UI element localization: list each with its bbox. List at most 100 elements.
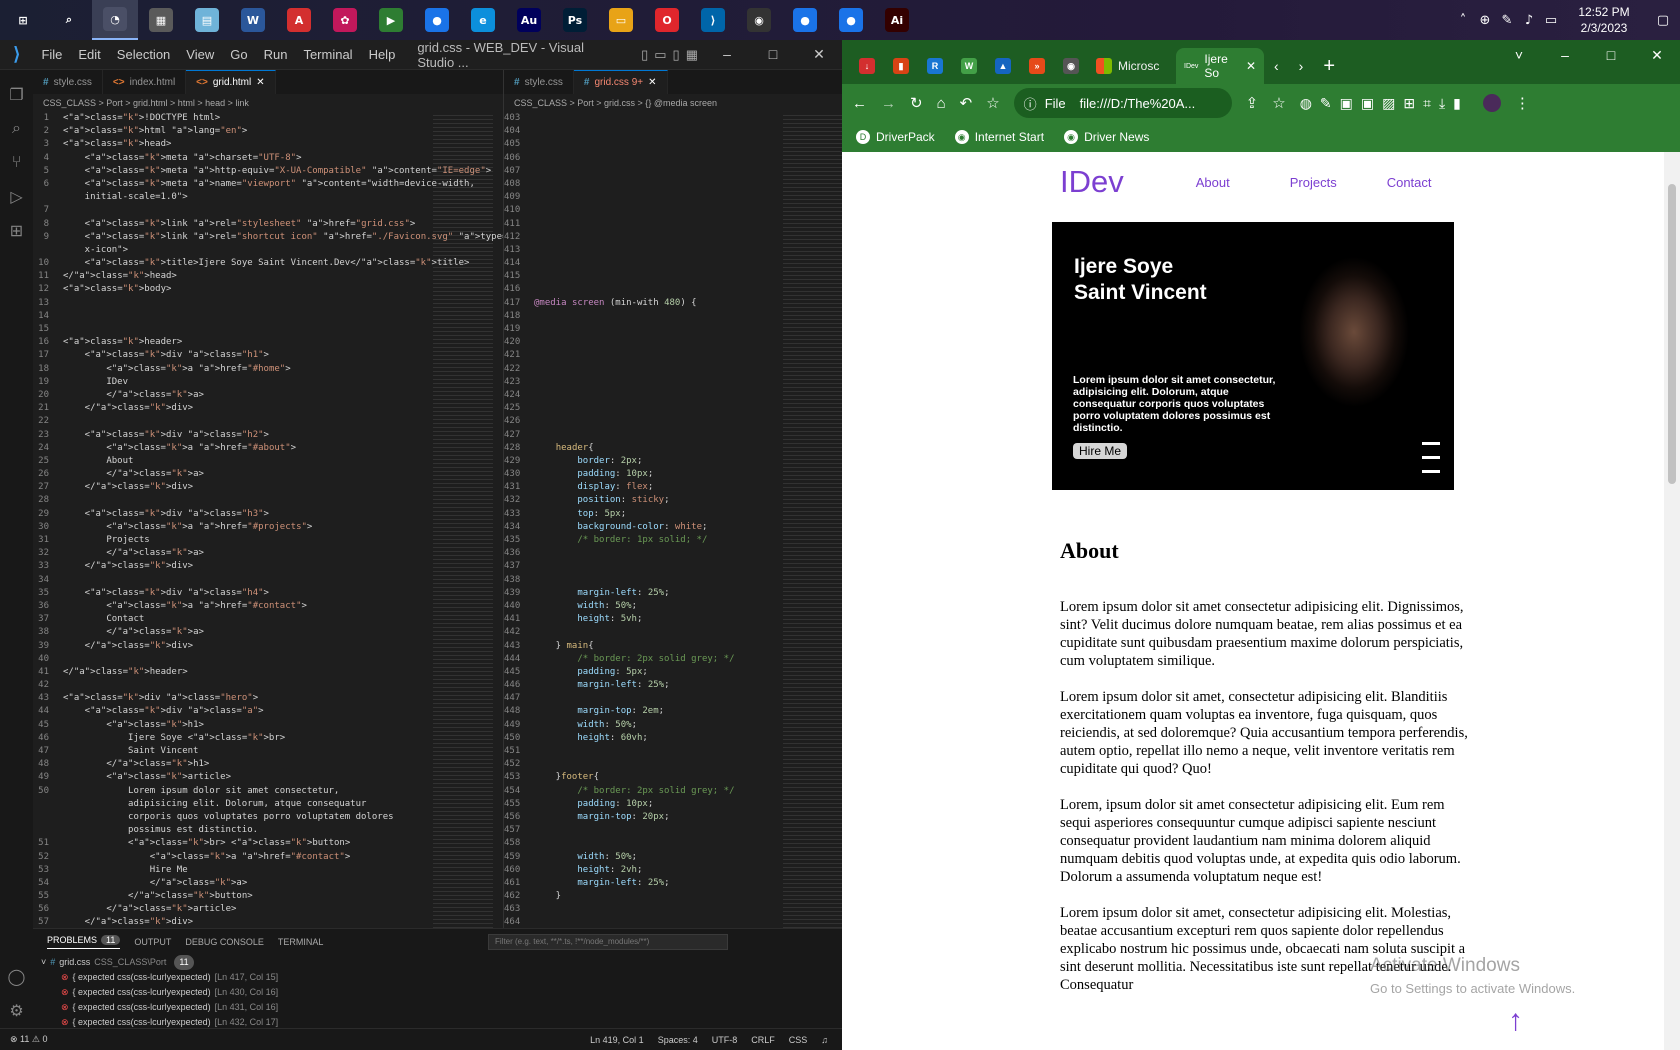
code-line[interactable]: 414: [504, 257, 782, 270]
close-tab-icon[interactable]: ✕: [648, 77, 656, 88]
code-line[interactable]: 453 }footer{: [504, 771, 782, 784]
code-line[interactable]: 447: [504, 692, 782, 705]
tab-problems[interactable]: PROBLEMS 11: [47, 935, 121, 949]
code-line[interactable]: 428 header{: [504, 442, 782, 455]
code-line[interactable]: 40: [33, 653, 433, 666]
code-line[interactable]: 458: [504, 837, 782, 850]
code-line[interactable]: 418: [504, 310, 782, 323]
chrome-minimize-button[interactable]: –: [1542, 40, 1588, 70]
code-line[interactable]: 460 height: 2vh;: [504, 864, 782, 877]
code-line[interactable]: 403: [504, 112, 782, 125]
bookmark-driverpack[interactable]: D DriverPack: [856, 130, 935, 144]
photoshop-icon[interactable]: Ps: [552, 0, 598, 40]
star-icon[interactable]: ☆: [986, 94, 999, 112]
code-line[interactable]: x-icon">: [33, 244, 433, 257]
explorer-icon[interactable]: ❐: [9, 78, 23, 112]
chrome-icon[interactable]: ●: [414, 0, 460, 40]
run-debug-icon[interactable]: ▷: [10, 180, 22, 214]
code-line[interactable]: 26 </"a">class="k">a>: [33, 468, 433, 481]
code-line[interactable]: 1 <"a">class="k">!DOCTYPE html>: [33, 112, 433, 125]
code-line[interactable]: 16 <"a">class="k">header>: [33, 336, 433, 349]
breadcrumb-left[interactable]: CSS_CLASS > Port > grid.html > html > he…: [33, 94, 503, 112]
edge-icon[interactable]: e: [460, 0, 506, 40]
menu-go[interactable]: Go: [222, 47, 255, 62]
code-line[interactable]: 434 background-color: white;: [504, 521, 782, 534]
code-line[interactable]: 7: [33, 204, 433, 217]
editor-tab[interactable]: # style.css: [33, 70, 103, 94]
menu-help[interactable]: Help: [361, 47, 404, 62]
site-logo[interactable]: IDev: [1060, 164, 1124, 200]
code-line[interactable]: 423: [504, 376, 782, 389]
code-line[interactable]: 444 /* border: 2px solid grey; */: [504, 653, 782, 666]
code-line[interactable]: 455 padding: 10px;: [504, 798, 782, 811]
code-line[interactable]: 21 </"a">class="k">div>: [33, 402, 433, 415]
problem-row[interactable]: ⊗{ expected css(css-lcurlyexpected) [Ln 4…: [33, 985, 842, 1000]
code-line[interactable]: 404: [504, 125, 782, 138]
account-icon[interactable]: ◯: [8, 960, 26, 994]
address-bar[interactable]: ⓘ File file:///D:/The%20A...: [1013, 88, 1232, 118]
code-line[interactable]: 15: [33, 323, 433, 336]
code-line[interactable]: 437: [504, 560, 782, 573]
code-line[interactable]: 3 <"a">class="k">head>: [33, 138, 433, 151]
code-line[interactable]: 417 @media screen (min-with 480) {: [504, 297, 782, 310]
code-line[interactable]: 51 <"a">class="k">br> <"a">class="k">but…: [33, 837, 433, 850]
bookmark-driver-news[interactable]: ◉ Driver News: [1064, 130, 1149, 144]
code-line[interactable]: 6 <"a">class="k">meta "a">name="viewport…: [33, 178, 475, 191]
w-tab-icon[interactable]: W: [952, 48, 986, 84]
code-line[interactable]: 424: [504, 389, 782, 402]
problem-row[interactable]: ⊗{ expected css(css-lcurlyexpected) [Ln 4…: [33, 970, 842, 985]
code-line[interactable]: 47 Saint Vincent: [33, 745, 433, 758]
editor-tab[interactable]: # style.css: [504, 70, 574, 94]
status-eol[interactable]: CRLF: [751, 1035, 775, 1045]
clock[interactable]: 12:52 PM 2/3/2023: [1562, 4, 1646, 36]
code-line[interactable]: 432 position: sticky;: [504, 494, 782, 507]
layout-icons[interactable]: ▯▭▯▦: [641, 47, 704, 63]
bell-icon[interactable]: ♫: [821, 1035, 828, 1045]
file-explorer-icon[interactable]: ▭: [598, 0, 644, 40]
code-line[interactable]: 451: [504, 745, 782, 758]
code-line[interactable]: 17 <"a">class="k">div "a">class="h1">: [33, 349, 433, 362]
code-line[interactable]: 43 <"a">class="k">div "a">class="hero">: [33, 692, 433, 705]
code-line[interactable]: 42: [33, 679, 433, 692]
hire-me-button[interactable]: Hire Me: [1073, 443, 1128, 459]
code-line[interactable]: 2 <"a">class="k">html "a">lang="en">: [33, 125, 433, 138]
code-line[interactable]: 448 margin-top: 2em;: [504, 705, 782, 718]
tab-ijere[interactable]: IDev Ijere So ✕: [1176, 48, 1264, 84]
code-line[interactable]: 13: [33, 297, 433, 310]
code-line[interactable]: possimus est distinctio.: [33, 824, 433, 837]
calculator-icon[interactable]: ▦: [138, 0, 184, 40]
code-line[interactable]: 413: [504, 244, 782, 257]
code-line[interactable]: 30 <"a">class="k">a "a">href="#projects"…: [33, 521, 433, 534]
code-line[interactable]: 44 <"a">class="k">div "a">class="a">: [33, 705, 433, 718]
code-line[interactable]: 411: [504, 218, 782, 231]
source-control-icon[interactable]: ⑂: [12, 146, 22, 180]
code-line[interactable]: 34: [33, 574, 433, 587]
vscode-icon[interactable]: ⟩: [690, 0, 736, 40]
repo-tab-icon[interactable]: R: [918, 48, 952, 84]
code-line[interactable]: 32 </"a">class="k">a>: [33, 547, 433, 560]
code-line[interactable]: 38 </"a">class="k">a>: [33, 626, 433, 639]
code-line[interactable]: 408: [504, 178, 782, 191]
minimize-button[interactable]: –: [704, 46, 750, 63]
code-line[interactable]: 410: [504, 204, 782, 217]
code-line[interactable]: 462 }: [504, 890, 782, 903]
status-spaces[interactable]: Spaces: 4: [658, 1035, 698, 1045]
tab-microsoft[interactable]: Microsc: [1088, 48, 1176, 84]
breadcrumb-right[interactable]: CSS_CLASS > Port > grid.css > {} @media …: [504, 94, 842, 112]
pen-icon[interactable]: ✎: [1496, 13, 1518, 28]
reload-icon[interactable]: ↻: [910, 94, 923, 112]
tab-debug-console[interactable]: DEBUG CONSOLE: [185, 937, 264, 947]
code-line[interactable]: 4 <"a">class="k">meta "a">charset="UTF-8…: [33, 152, 433, 165]
profile-avatar[interactable]: [1482, 94, 1501, 112]
code-line[interactable]: 454 /* border: 2px solid grey; */: [504, 785, 782, 798]
tab-terminal[interactable]: TERMINAL: [278, 937, 324, 947]
status-encoding[interactable]: UTF-8: [712, 1035, 738, 1045]
undo-icon[interactable]: ↶: [960, 94, 973, 112]
scrollbar-thumb[interactable]: [1668, 184, 1676, 484]
code-line[interactable]: 440 width: 50%;: [504, 600, 782, 613]
code-line[interactable]: 35 <"a">class="k">div "a">class="h4">: [33, 587, 433, 600]
hamburger-menu-icon[interactable]: [1422, 442, 1440, 484]
menu-run[interactable]: Run: [256, 47, 296, 62]
code-line[interactable]: 416: [504, 283, 782, 296]
code-line[interactable]: 28: [33, 494, 433, 507]
